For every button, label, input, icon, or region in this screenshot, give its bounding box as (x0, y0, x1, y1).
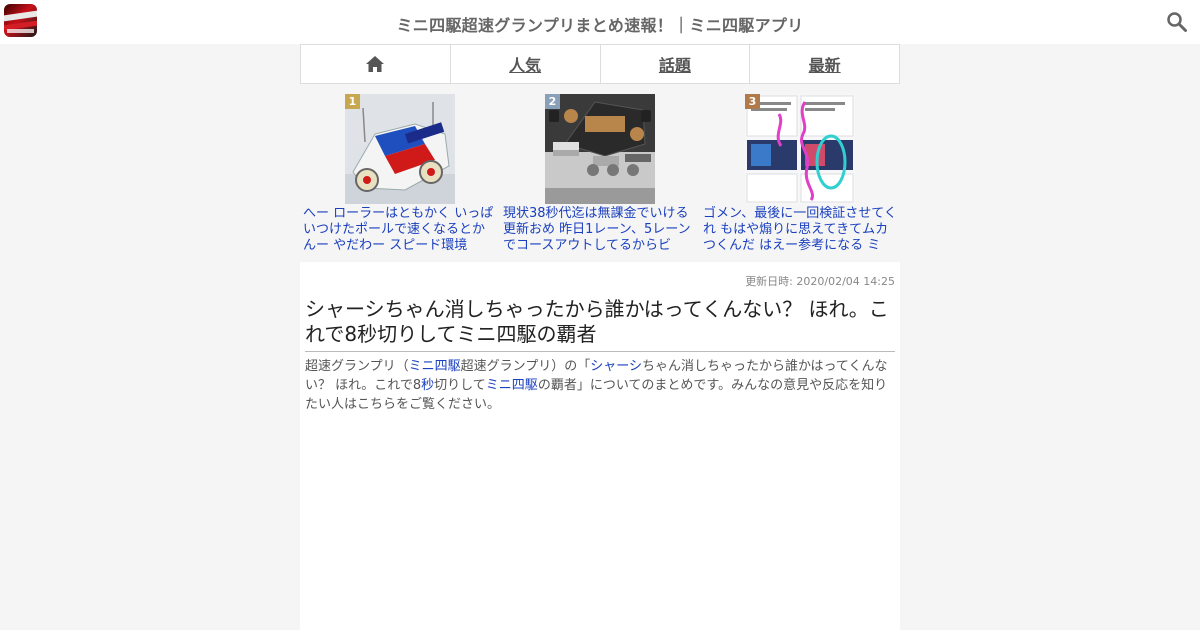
ranking-thumbnail[interactable]: 3 (745, 94, 855, 204)
rank-badge: 3 (745, 94, 760, 109)
article: 更新日時: 2020/02/04 14:25 シャーシちゃん消しちゃったから誰か… (300, 262, 900, 630)
article-summary: 超速グランプリ（ミニ四駆超速グランプリ）の「シャーシちゃん消しちゃったから誰かは… (305, 357, 895, 414)
ranking-text[interactable]: 現状38秒代迄は無課金でいける 更新おめ 昨日1レーン、5レーンでコースアウトし… (503, 206, 697, 254)
keyword-link[interactable]: ミニ四駆 (409, 359, 461, 374)
rank-badge: 1 (345, 94, 360, 109)
keyword-link[interactable]: シャーシ (590, 359, 642, 374)
ranking-item[interactable]: 1 へー ローラーはともかく いっぱいつけたポールで速くなるとかんー やだわー … (303, 94, 497, 254)
rank-badge: 2 (545, 94, 560, 109)
ranking-thumbnail[interactable]: 1 (345, 94, 455, 204)
article-title: シャーシちゃん消しちゃったから誰かはってくんない？ ほれ。これで8秒切りしてミニ… (305, 297, 895, 352)
tab-home[interactable] (301, 45, 451, 83)
ranking-text[interactable]: へー ローラーはともかく いっぱいつけたポールで速くなるとかんー やだわー スピ… (303, 206, 497, 254)
header-bar: ミニ四駆超速グランプリまとめ速報！｜ミニ四駆アプリ (0, 0, 1200, 44)
tab-trending[interactable]: 話題 (601, 45, 751, 83)
summary-text: 超速グランプリ）の「 (460, 359, 591, 374)
keyword-link[interactable]: ミニ四駆 (486, 378, 538, 393)
search-icon[interactable] (1166, 11, 1188, 33)
tab-popular[interactable]: 人気 (451, 45, 601, 83)
updated-timestamp: 更新日時: 2020/02/04 14:25 (745, 275, 895, 288)
ranking-text[interactable]: ゴメン、最後に一回検証させてくれ もはや煽りに思えてきてムカつくんだ はえー参考… (703, 206, 897, 254)
summary-text: 切りして (434, 378, 486, 393)
ranking-thumbnail[interactable]: 2 (545, 94, 655, 204)
home-icon (366, 56, 385, 72)
ranking-list: 1 へー ローラーはともかく いっぱいつけたポールで速くなるとかんー やだわー … (300, 94, 900, 256)
ranking-item[interactable]: 2 現状38秒代迄は無課金でいける 更新おめ 昨日1レーン、5レーンでコースアウ… (503, 94, 697, 254)
tab-nav: 人気 話題 最新 (300, 44, 900, 84)
tab-latest[interactable]: 最新 (750, 45, 899, 83)
ranking-item[interactable]: 3 ゴメン、最後に一回検証させてくれ もはや煽りに思えてきてムカつくんだ はえー… (703, 94, 897, 254)
site-title[interactable]: ミニ四駆超速グランプリまとめ速報！｜ミニ四駆アプリ (0, 12, 1200, 36)
keyword-link[interactable]: 秒 (421, 378, 434, 393)
summary-text: 超速グランプリ（ (305, 359, 409, 374)
